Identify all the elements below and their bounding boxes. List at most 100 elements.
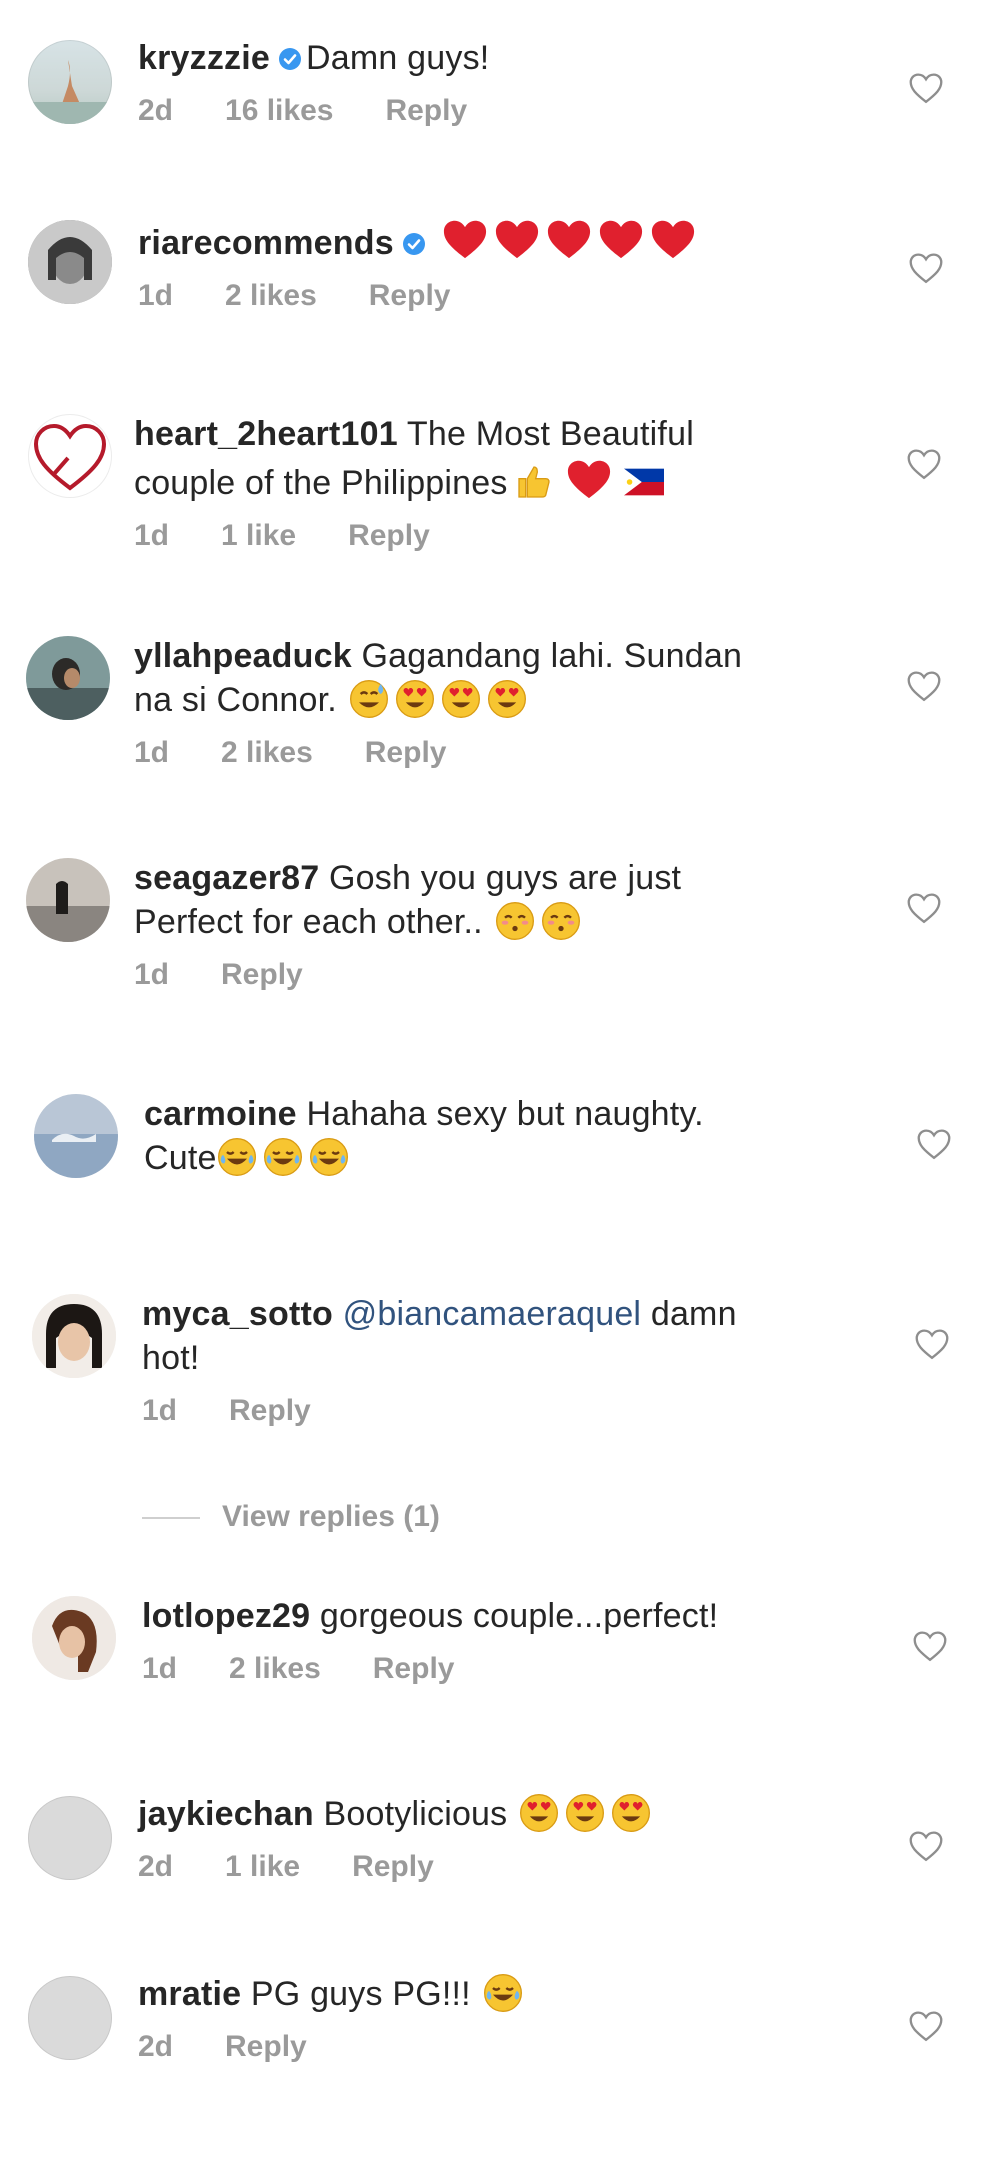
reply-button[interactable]: Reply (348, 519, 430, 552)
comment-body: Gagandang lahi. Sundan (361, 637, 743, 675)
avatar[interactable] (26, 636, 110, 720)
comment-text: seagazer87 Gosh you guys are just Perfec… (134, 856, 834, 944)
avatar[interactable] (28, 1976, 112, 2060)
comment-username[interactable]: seagazer87 (134, 859, 319, 897)
heart-outline-icon[interactable] (908, 72, 944, 104)
comment-body: The Most Beautiful (406, 415, 694, 453)
heart-eyes-emoji (441, 679, 481, 719)
reply-button[interactable]: Reply (365, 736, 447, 769)
heart-outline-icon[interactable] (908, 252, 944, 284)
tears-of-joy-emoji (263, 1137, 303, 1177)
avatar[interactable] (28, 414, 112, 498)
comment-likes[interactable]: 2 likes (221, 736, 313, 769)
comment-time: 1d (138, 279, 174, 312)
comment-time: 2d (138, 94, 174, 127)
view-replies-label: View replies (1) (222, 1500, 440, 1533)
comment-username[interactable]: carmoine (144, 1095, 297, 1133)
comment-meta: 1d 2 likes Reply (142, 1652, 842, 1686)
comment-likes[interactable]: 1 like (221, 519, 296, 552)
reply-button[interactable]: Reply (385, 94, 467, 127)
red-heart-emoji (598, 216, 644, 262)
philippines-flag-emoji (623, 468, 664, 496)
avatar[interactable] (28, 220, 112, 304)
divider (142, 1517, 200, 1520)
thumbs-up-emoji (517, 466, 550, 498)
avatar[interactable] (32, 1596, 116, 1680)
comment-username[interactable]: riarecommends (138, 224, 394, 262)
mention-link[interactable]: @biancamaeraquel (343, 1295, 642, 1333)
comment-time: 1d (142, 1652, 178, 1685)
red-heart-emoji (546, 216, 592, 262)
comment-body: hot! (142, 1339, 200, 1377)
comment-meta: 1d Reply (142, 1394, 842, 1428)
comment-username[interactable]: myca_sotto (142, 1295, 333, 1333)
comment-text: myca_sotto @biancamaeraquel damn hot! (142, 1292, 842, 1380)
comment-likes[interactable]: 16 likes (225, 94, 333, 127)
reply-button[interactable]: Reply (225, 2030, 307, 2063)
heart-outline-icon[interactable] (912, 1630, 948, 1662)
comment-time: 1d (134, 519, 170, 552)
reply-button[interactable]: Reply (352, 1850, 434, 1883)
tears-of-joy-emoji (309, 1137, 349, 1177)
heart-eyes-emoji (519, 1793, 559, 1833)
heart-outline-icon[interactable] (908, 1830, 944, 1862)
tears-of-joy-emoji (217, 1137, 257, 1177)
heart-outline-icon[interactable] (906, 892, 942, 924)
comment-likes[interactable]: 2 likes (229, 1652, 321, 1685)
heart-eyes-emoji (611, 1793, 651, 1833)
red-heart-emoji (442, 216, 488, 262)
comment-username[interactable]: lotlopez29 (142, 1597, 310, 1635)
comment-username[interactable]: heart_2heart101 (134, 415, 398, 453)
view-replies-button[interactable]: View replies (1) (142, 1500, 440, 1534)
red-heart-emoji (650, 216, 696, 262)
comment-username[interactable]: mratie (138, 1975, 241, 2013)
comment-meta: 2d 1 like Reply (138, 1850, 838, 1884)
comment-body: na si Connor. (134, 681, 337, 719)
comment-body: gorgeous couple...perfect! (319, 1597, 719, 1635)
heart-outline-icon[interactable] (908, 2010, 944, 2042)
heart-outline-icon[interactable] (906, 670, 942, 702)
comment-time: 2d (138, 1850, 174, 1883)
comment-body: Hahaha sexy but naughty. (306, 1095, 704, 1133)
comment-meta: 1d 2 likes Reply (134, 736, 834, 770)
comment-time: 1d (142, 1394, 178, 1427)
comment-meta: 1d 2 likes Reply (138, 279, 838, 313)
comment-username[interactable]: yllahpeaduck (134, 637, 352, 675)
avatar[interactable] (28, 1796, 112, 1880)
comment-time: 1d (134, 958, 170, 991)
red-heart-emoji (494, 216, 540, 262)
comment-body: Cute (144, 1139, 217, 1177)
comment-text: carmoine Hahaha sexy but naughty. Cute (144, 1092, 844, 1180)
comment-username[interactable]: kryzzzie (138, 39, 270, 77)
comment-body: Bootylicious (323, 1795, 508, 1833)
comment-likes[interactable]: 1 like (225, 1850, 300, 1883)
heart-eyes-emoji (565, 1793, 605, 1833)
comment-body: Damn guys! (306, 39, 490, 77)
reply-button[interactable]: Reply (369, 279, 451, 312)
heart-outline-icon[interactable] (916, 1128, 952, 1160)
heart-outline-icon[interactable] (914, 1328, 950, 1360)
heart-outline-icon[interactable] (906, 448, 942, 480)
avatar[interactable] (32, 1294, 116, 1378)
comment-body: PG guys PG!!! (250, 1975, 471, 2013)
avatar[interactable] (26, 858, 110, 942)
avatar[interactable] (28, 40, 112, 124)
reply-button[interactable]: Reply (373, 1652, 455, 1685)
comment-meta: 1d Reply (134, 958, 834, 992)
comment-likes[interactable]: 2 likes (225, 279, 317, 312)
comment-text: lotlopez29 gorgeous couple...perfect! (142, 1594, 842, 1638)
comment-username[interactable]: jaykiechan (138, 1795, 314, 1833)
reply-button[interactable]: Reply (229, 1394, 311, 1427)
kissing-smiling-eyes-emoji (541, 901, 581, 941)
comment-text: kryzzzie Damn guys! (138, 36, 838, 80)
avatar[interactable] (34, 1094, 118, 1178)
comment-text: yllahpeaduck Gagandang lahi. Sundan na s… (134, 634, 834, 722)
comment-meta: 1d 1 like Reply (134, 519, 834, 553)
comment-text: jaykiechan Bootylicious (138, 1792, 838, 1836)
reply-button[interactable]: Reply (221, 958, 303, 991)
comment-time: 2d (138, 2030, 174, 2063)
comment-time: 1d (134, 736, 170, 769)
heart-eyes-emoji (487, 679, 527, 719)
verified-badge-icon (402, 232, 426, 256)
comment-meta: 2d Reply (138, 2030, 838, 2064)
